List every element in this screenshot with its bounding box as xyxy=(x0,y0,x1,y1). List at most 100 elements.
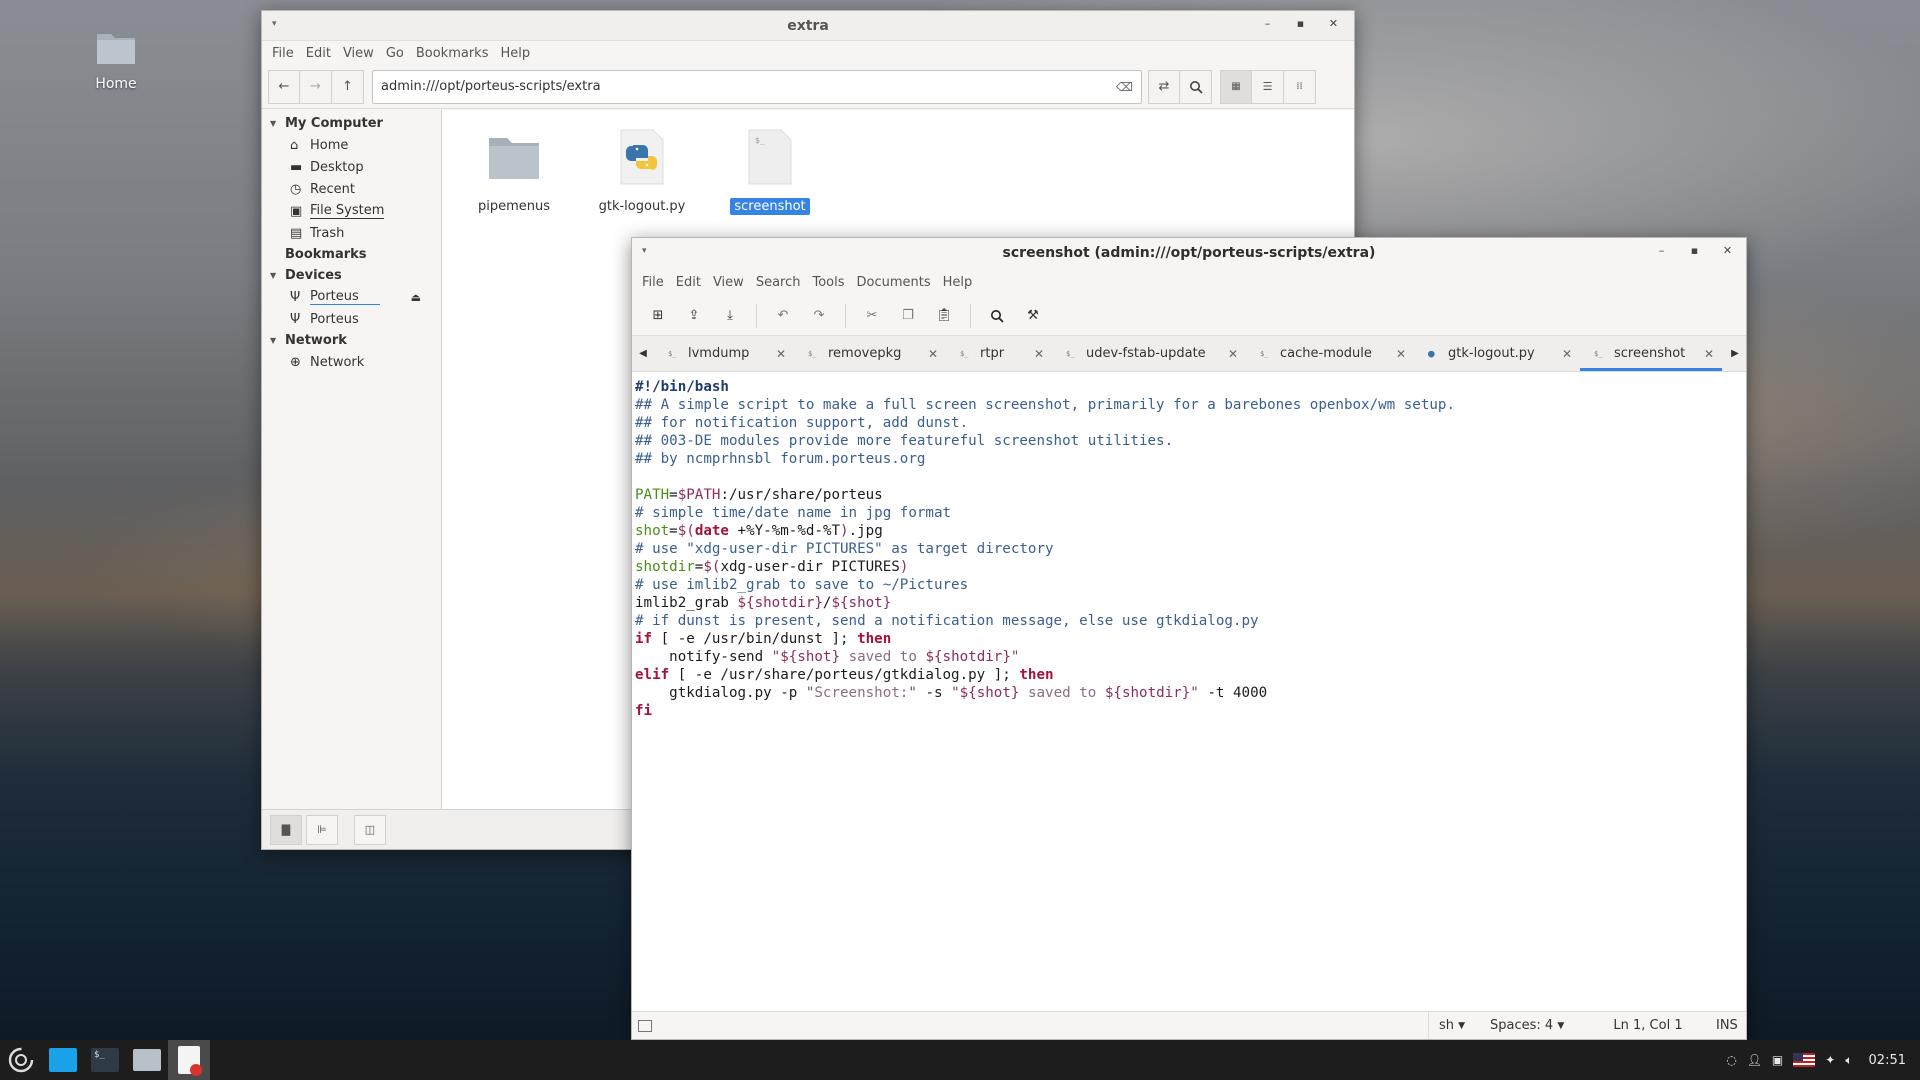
ed-menu-edit[interactable]: Edit xyxy=(670,275,707,290)
ed-menu-view[interactable]: View xyxy=(707,275,750,290)
sidebar-item-trash[interactable]: ▤ Trash xyxy=(262,222,441,244)
wifi-off-icon[interactable]: ✦ xyxy=(1825,1053,1835,1067)
code-line[interactable]: PATH=$PATH:/usr/share/porteus xyxy=(635,486,1746,504)
window-menu-icon[interactable]: ▾ xyxy=(272,19,277,29)
fm-menu-go[interactable]: Go xyxy=(380,46,410,61)
taskbar-terminal[interactable]: $_ xyxy=(84,1040,126,1080)
tab-udev-fstab-update[interactable]: $_ udev-fstab-update ✕ xyxy=(1052,336,1246,371)
code-line[interactable]: ## A simple script to make a full screen… xyxy=(635,396,1746,414)
tab-close-icon[interactable]: ✕ xyxy=(1018,347,1044,361)
file-item[interactable]: gtk-logout.py xyxy=(594,128,690,215)
ed-menu-help[interactable]: Help xyxy=(937,275,979,290)
eject-icon[interactable]: ⏏ xyxy=(411,291,421,304)
ed-menu-tools[interactable]: Tools xyxy=(806,275,850,290)
places-pane-button[interactable]: ▇ xyxy=(270,814,302,845)
up-button[interactable]: ↑ xyxy=(332,69,364,104)
code-line[interactable]: # use "xdg-user-dir PICTURES" as target … xyxy=(635,540,1746,558)
fm-menu-view[interactable]: View xyxy=(337,46,380,61)
redo-button[interactable]: ↷ xyxy=(801,301,837,331)
code-line[interactable]: # simple time/date name in jpg format xyxy=(635,504,1746,522)
tab-gtk-logout[interactable]: ● gtk-logout.py ✕ xyxy=(1414,336,1580,371)
fm-titlebar[interactable]: ▾ extra – ▪ ✕ xyxy=(262,11,1354,41)
tab-close-icon[interactable]: ✕ xyxy=(760,347,786,361)
language-selector[interactable]: sh ▼ xyxy=(1428,1011,1480,1039)
tab-close-icon[interactable]: ✕ xyxy=(1380,347,1406,361)
tabs-scroll-left[interactable]: ◀ xyxy=(632,336,654,371)
keyboard-icon[interactable]: ▣ xyxy=(1772,1053,1783,1067)
tab-cache-module[interactable]: $_ cache-module ✕ xyxy=(1246,336,1414,371)
file-item[interactable]: pipemenus xyxy=(466,128,562,215)
code-line[interactable]: gtkdialog.py -p "Screenshot:" -s "${shot… xyxy=(635,684,1746,702)
code-line[interactable]: ## by ncmprhnsbl forum.porteus.org xyxy=(635,450,1746,468)
fm-menu-bookmarks[interactable]: Bookmarks xyxy=(410,46,495,61)
tab-rtpr[interactable]: $_ rtpr ✕ xyxy=(946,336,1052,371)
code-line[interactable]: shotdir=$(xdg-user-dir PICTURES) xyxy=(635,558,1746,576)
paste-button[interactable]: 📋︎ xyxy=(926,301,962,331)
tab-close-icon[interactable]: ✕ xyxy=(1688,347,1714,361)
network-icon[interactable]: ◌ xyxy=(1726,1053,1736,1067)
clock[interactable]: 02:51 xyxy=(1869,1053,1906,1068)
tab-close-icon[interactable]: ✕ xyxy=(912,347,938,361)
code-editor[interactable]: #!/bin/bash ## A simple script to make a … xyxy=(632,375,1746,1011)
back-button[interactable]: ← xyxy=(268,69,300,104)
ed-menu-search[interactable]: Search xyxy=(750,275,807,290)
sidebar-item-device-porteus-2[interactable]: Ψ Porteus xyxy=(262,308,441,330)
maximize-button[interactable]: ▪ xyxy=(1678,244,1711,257)
desktop-home-icon[interactable]: Home xyxy=(84,28,148,92)
close-button[interactable]: ✕ xyxy=(1317,17,1350,30)
toggle-location-button[interactable]: ⇄ xyxy=(1148,69,1180,104)
fm-menu-help[interactable]: Help xyxy=(494,46,536,61)
sidebar-item-desktop[interactable]: ▬ Desktop xyxy=(262,156,441,178)
code-line[interactable]: fi xyxy=(635,702,1746,720)
tab-width-selector[interactable]: Spaces: 4 ▼ xyxy=(1480,1012,1590,1040)
minimize-button[interactable]: – xyxy=(1645,244,1678,257)
code-line[interactable]: elif [ -e /usr/share/porteus/gtkdialog.p… xyxy=(635,666,1746,684)
tab-lvmdump[interactable]: $_ lvmdump ✕ xyxy=(654,336,794,371)
window-menu-icon[interactable]: ▾ xyxy=(642,246,647,256)
tab-close-icon[interactable]: ✕ xyxy=(1212,347,1238,361)
code-line[interactable]: ## 003-DE modules provide more featurefu… xyxy=(635,432,1746,450)
close-button[interactable]: ✕ xyxy=(1711,244,1744,257)
code-line[interactable]: # use imlib2_grab to save to ~/Pictures xyxy=(635,576,1746,594)
sidebar-section-devices[interactable]: ▼ Devices xyxy=(262,265,441,286)
editor-titlebar[interactable]: ▾ screenshot (admin:///opt/porteus-scrip… xyxy=(632,238,1746,268)
cut-button[interactable]: ✂ xyxy=(854,301,890,331)
code-line[interactable]: shot=$(date +%Y-%m-%d-%T).jpg xyxy=(635,522,1746,540)
code-line[interactable]: imlib2_grab ${shotdir}/${shot} xyxy=(635,594,1746,612)
icon-view-button[interactable]: ▦ xyxy=(1220,69,1252,104)
forward-button[interactable]: → xyxy=(300,69,332,104)
insert-mode[interactable]: INS xyxy=(1706,1012,1746,1040)
tab-close-icon[interactable]: ✕ xyxy=(1546,347,1572,361)
code-line[interactable]: if [ -e /usr/bin/dunst ]; then xyxy=(635,630,1746,648)
ed-menu-file[interactable]: File xyxy=(636,275,670,290)
cursor-position[interactable]: Ln 1, Col 1 xyxy=(1590,1012,1706,1040)
taskbar-file-manager[interactable] xyxy=(42,1040,84,1080)
fm-menu-edit[interactable]: Edit xyxy=(300,46,337,61)
new-document-button[interactable]: ⊞ xyxy=(640,301,676,331)
us-flag-icon[interactable] xyxy=(1793,1053,1816,1067)
copy-button[interactable]: ❐ xyxy=(890,301,926,331)
taskbar-files-window[interactable] xyxy=(126,1040,168,1080)
open-button[interactable]: ⇪ xyxy=(676,301,712,331)
save-button[interactable]: ⤓ xyxy=(712,301,748,331)
code-line[interactable]: # if dunst is present, send a notificati… xyxy=(635,612,1746,630)
undo-button[interactable]: ↶ xyxy=(765,301,801,331)
sidebar-item-file-system[interactable]: ▣ File System xyxy=(262,200,441,222)
code-line[interactable]: ## for notification support, add dunst. xyxy=(635,414,1746,432)
file-item-selected[interactable]: $_ screenshot xyxy=(722,128,818,215)
compact-view-button[interactable]: ⁞⁞ xyxy=(1284,69,1316,104)
sidebar-item-home[interactable]: ⌂ Home xyxy=(262,134,441,156)
tab-screenshot[interactable]: $_ screenshot ✕ xyxy=(1580,336,1722,371)
ed-menu-documents[interactable]: Documents xyxy=(851,275,937,290)
tab-removepkg[interactable]: $_ removepkg ✕ xyxy=(794,336,946,371)
sidebar-item-network[interactable]: ⊕ Network xyxy=(262,351,441,373)
fm-menu-file[interactable]: File xyxy=(266,46,300,61)
side-pane-button[interactable] xyxy=(632,1012,662,1040)
sidebar-item-device-porteus[interactable]: Ψ Porteus ⏏ xyxy=(262,286,441,308)
taskbar-text-editor[interactable] xyxy=(168,1040,210,1080)
sidebar-section-bookmarks[interactable]: Bookmarks xyxy=(262,244,441,265)
maximize-button[interactable]: ▪ xyxy=(1284,17,1317,30)
tree-pane-button[interactable]: ⊫ xyxy=(306,814,338,845)
code-line[interactable] xyxy=(635,468,1746,486)
clear-address-icon[interactable]: ⌫ xyxy=(1116,80,1133,94)
